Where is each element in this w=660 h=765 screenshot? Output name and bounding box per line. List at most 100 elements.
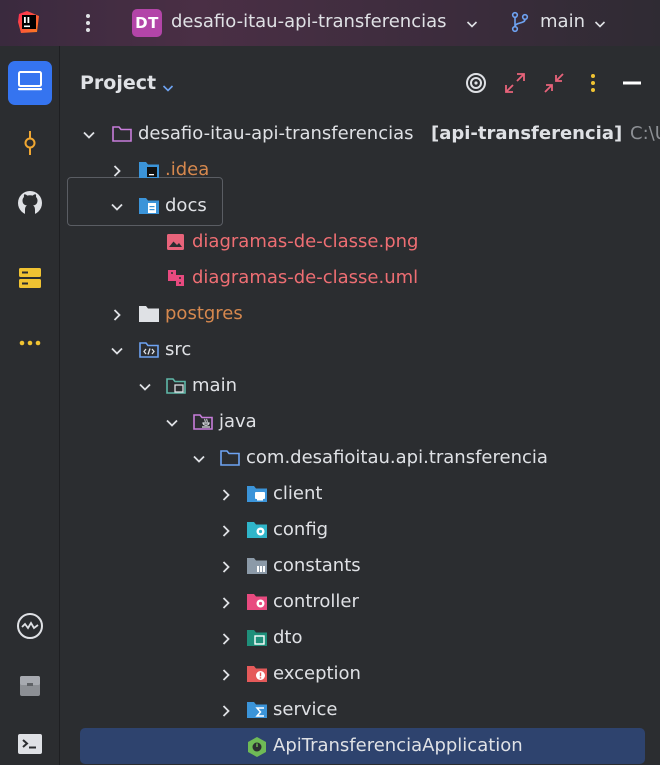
intellij-logo-icon[interactable]	[17, 10, 41, 34]
package-box-icon	[18, 674, 42, 702]
project-panel: Project desafio-itau-api-transferencias …	[61, 46, 660, 765]
project-badge[interactable]: DT	[132, 9, 162, 37]
expand-all-icon[interactable]	[504, 72, 526, 94]
chevron-right-icon[interactable]	[219, 487, 233, 501]
exception-label: exception	[273, 663, 361, 684]
chevron-right-icon[interactable]	[219, 703, 233, 717]
title-bar: DT desafio-itau-api-transferencias main	[0, 0, 660, 46]
chevron-down-icon[interactable]	[165, 415, 179, 429]
commit-tool-button[interactable]	[8, 123, 52, 167]
tree-item-uml[interactable]: diagramas-de-classe.uml	[61, 260, 660, 296]
main-folder-icon	[165, 376, 187, 396]
tree-item-idea[interactable]: .idea	[61, 152, 660, 188]
pulse-icon	[16, 612, 44, 644]
chevron-down-icon[interactable]	[192, 451, 206, 465]
tree-item-java[interactable]: java	[61, 404, 660, 440]
constants-label: constants	[273, 555, 361, 576]
dto-label: dto	[273, 627, 303, 648]
chevron-down-icon[interactable]	[162, 79, 174, 92]
project-selector[interactable]: desafio-itau-api-transferencias	[171, 11, 447, 32]
constants-folder-icon	[246, 556, 268, 576]
chevron-right-icon[interactable]	[219, 595, 233, 609]
terminal-tool-button[interactable]	[8, 724, 52, 765]
root-path: C:\U	[630, 123, 660, 144]
tree-item-package[interactable]: com.desafioitau.api.transferencia	[61, 440, 660, 476]
tree-item-client[interactable]: client	[61, 476, 660, 512]
profiler-tool-button[interactable]	[8, 606, 52, 650]
png-label: diagramas-de-classe.png	[192, 231, 419, 252]
panel-header: Project	[61, 46, 660, 116]
tool-window-strip	[0, 46, 60, 765]
client-folder-icon	[246, 484, 268, 504]
idea-folder-icon	[138, 160, 160, 180]
chevron-right-icon[interactable]	[110, 307, 124, 321]
chevron-down-icon[interactable]	[110, 343, 124, 357]
collapse-all-icon[interactable]	[543, 72, 565, 94]
src-label: src	[165, 339, 192, 360]
controller-label: controller	[273, 591, 359, 612]
postgres-label: postgres	[165, 303, 243, 324]
git-branch-icon[interactable]	[510, 11, 530, 33]
services-tool-button[interactable]	[8, 258, 52, 302]
spring-boot-class-icon	[246, 736, 268, 757]
tree-item-dto[interactable]: dto	[61, 620, 660, 656]
application-label: ApiTransferenciaApplication	[273, 735, 523, 756]
branch-selector[interactable]: main	[540, 11, 585, 32]
chevron-right-icon[interactable]	[219, 667, 233, 681]
more-tools-button[interactable]	[8, 318, 52, 362]
tree-item-png[interactable]: diagramas-de-classe.png	[61, 224, 660, 260]
package-folder-icon	[219, 448, 241, 468]
module-folder-icon	[111, 124, 133, 144]
tree-item-controller[interactable]: controller	[61, 584, 660, 620]
database-tool-button[interactable]	[8, 666, 52, 710]
controller-folder-icon	[246, 592, 268, 612]
docs-label: docs	[165, 195, 207, 216]
tree-item-main[interactable]: main	[61, 368, 660, 404]
chevron-right-icon[interactable]	[110, 163, 124, 177]
main-menu-icon[interactable]	[80, 11, 96, 35]
hide-panel-icon[interactable]	[621, 72, 643, 94]
uml-label: diagramas-de-classe.uml	[192, 267, 419, 288]
tree-item-src[interactable]: src	[61, 332, 660, 368]
github-tool-button[interactable]	[8, 183, 52, 227]
project-tool-button[interactable]	[8, 61, 52, 105]
tree-item-exception[interactable]: exception	[61, 656, 660, 692]
main-label: main	[192, 375, 237, 396]
tree-item-config[interactable]: config	[61, 512, 660, 548]
service-folder-icon	[246, 700, 268, 720]
tree-item-application[interactable]: ApiTransferenciaApplication	[80, 728, 645, 764]
chevron-down-icon[interactable]	[594, 15, 606, 28]
terminal-icon	[17, 733, 43, 759]
config-gear-folder-icon	[246, 520, 268, 540]
monitor-icon	[17, 70, 43, 96]
root-label: desafio-itau-api-transferencias	[138, 123, 414, 144]
package-label: com.desafioitau.api.transferencia	[246, 447, 548, 468]
tree-item-service[interactable]: service	[61, 692, 660, 728]
chevron-down-icon[interactable]	[82, 127, 96, 141]
config-label: config	[273, 519, 329, 540]
more-horizontal-icon	[19, 331, 41, 350]
tree-item-root[interactable]: desafio-itau-api-transferencias [api-tra…	[61, 116, 660, 152]
commit-icon	[20, 130, 40, 160]
tree-item-constants[interactable]: constants	[61, 548, 660, 584]
chevron-right-icon[interactable]	[219, 631, 233, 645]
panel-title[interactable]: Project	[80, 72, 156, 94]
source-folder-icon	[138, 340, 160, 360]
options-kebab-icon[interactable]	[582, 72, 604, 94]
services-icon	[18, 266, 42, 294]
root-module: [api-transferencia]	[431, 123, 623, 144]
chevron-right-icon[interactable]	[219, 559, 233, 573]
locate-target-icon[interactable]	[465, 72, 487, 94]
chevron-down-icon[interactable]	[138, 379, 152, 393]
java-label: java	[219, 411, 257, 432]
chevron-down-icon[interactable]	[466, 15, 478, 28]
client-label: client	[273, 483, 323, 504]
dto-folder-icon	[246, 628, 268, 648]
chevron-right-icon[interactable]	[219, 523, 233, 537]
java-folder-icon	[192, 412, 214, 432]
tree-item-postgres[interactable]: postgres	[61, 296, 660, 332]
chevron-down-icon[interactable]	[110, 199, 124, 213]
github-icon	[17, 190, 43, 220]
tree-item-docs[interactable]: docs	[61, 188, 660, 224]
uml-file-icon	[165, 268, 187, 288]
